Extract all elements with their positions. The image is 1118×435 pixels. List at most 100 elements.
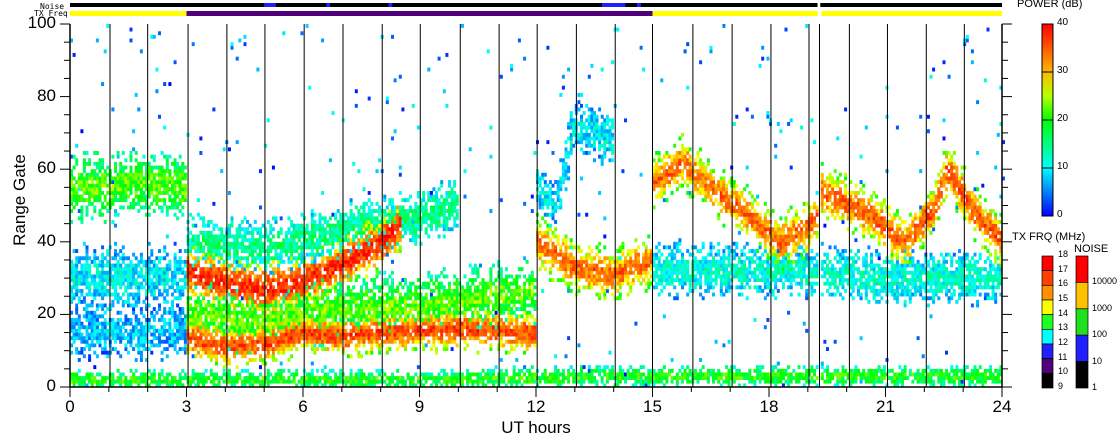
heatmap-cell [349,321,353,326]
heatmap-cell [450,205,454,210]
heatmap-cell [331,332,335,337]
heatmap-cell [287,292,291,297]
heatmap-cell [473,278,477,282]
heatmap-cell [222,339,226,344]
heatmap-cell [424,307,428,311]
heatmap-cell [409,230,413,235]
heatmap-cell [466,325,470,330]
heatmap-cell [388,241,392,246]
heatmap-cell [344,343,348,348]
heatmap-cell [196,296,200,301]
heatmap-cell [422,191,426,195]
heatmap-cell [124,318,128,322]
heatmap-cell [318,223,322,228]
heatmap-cell [315,321,319,326]
heatmap-cell [88,176,92,181]
heatmap-cell [334,252,338,257]
heatmap-cell [129,183,133,188]
heatmap-cell [445,307,449,311]
heatmap-cell [360,234,363,239]
heatmap-cell [445,314,449,319]
heatmap-cell [124,165,128,170]
heatmap-cell [168,176,172,181]
heatmap-cell [391,307,394,311]
heatmap-cell [365,274,369,279]
heatmap-cell [357,252,361,257]
heatmap-cell [354,205,358,210]
heatmap-cell [375,267,379,272]
heatmap-cell [279,296,283,301]
heatmap-cell [354,310,358,315]
heatmap-cell [401,296,405,301]
heatmap-cell [142,379,146,384]
heatmap-cell [90,303,94,308]
heatmap-cell [292,307,296,311]
heatmap-cell [114,278,117,282]
heatmap-cell [202,249,205,253]
heatmap-cell [106,278,110,282]
heatmap-cell [308,263,312,268]
heatmap-cell [132,303,136,308]
heatmap-cell [155,278,159,282]
heatmap-cell [77,314,81,319]
heatmap-cell [212,343,216,348]
heatmap-cell [215,238,218,243]
heatmap-cell [114,339,117,344]
heatmap-cell [396,209,400,213]
heatmap-cell [119,172,123,177]
heatmap-cell [119,191,123,195]
heatmap-cell [72,318,76,322]
heatmap-cell [460,332,464,337]
heatmap-cell [460,296,464,301]
heatmap-cell [114,379,117,384]
heatmap-cell [116,325,120,330]
heatmap-cell [202,332,205,337]
heatmap-cell [129,267,133,272]
heatmap-cell [227,263,231,268]
heatmap-cell [251,325,255,330]
heatmap-cell [269,256,273,261]
heatmap-cell [435,350,438,355]
heatmap-cell [450,209,454,213]
heatmap-cell [129,27,133,32]
heatmap-cell [432,198,436,203]
heatmap-cell [271,379,275,384]
heatmap-cell [375,220,379,224]
heatmap-cell [481,307,485,311]
heatmap-cell [481,325,485,330]
heatmap-cell [165,281,169,286]
heatmap-cell [189,245,193,250]
heatmap-cell [181,376,185,380]
heatmap-cell [209,372,213,377]
heatmap-cell [235,372,239,377]
heatmap-cell [466,368,470,373]
heatmap-cell [437,325,441,330]
heatmap-cell [248,249,252,253]
heatmap-cell [370,212,374,217]
heatmap-cell [121,191,125,195]
heatmap-cell [132,278,136,282]
heatmap-cell [367,263,371,268]
heatmap-cell [321,325,325,330]
heatmap-cell [114,209,117,213]
heatmap-cell [468,328,472,333]
heatmap-cell [121,172,125,177]
heatmap-cell [300,314,304,319]
heatmap-cell [274,343,278,348]
heatmap-cell [310,234,314,239]
heatmap-cell [176,201,180,206]
heatmap-cell [300,252,304,257]
heatmap-cell [305,274,309,279]
heatmap-cell [235,252,239,257]
heatmap-cell [396,376,400,380]
heatmap-cell [204,336,208,341]
heatmap-cell [466,332,470,337]
heatmap-cell [98,198,102,203]
heatmap-cell [339,325,343,330]
heatmap-cell [432,321,436,326]
heatmap-cell [207,332,211,337]
heatmap-cell [352,241,356,246]
heatmap-cell [357,343,361,348]
heatmap-cell [308,292,312,297]
heatmap-cell [424,328,428,333]
